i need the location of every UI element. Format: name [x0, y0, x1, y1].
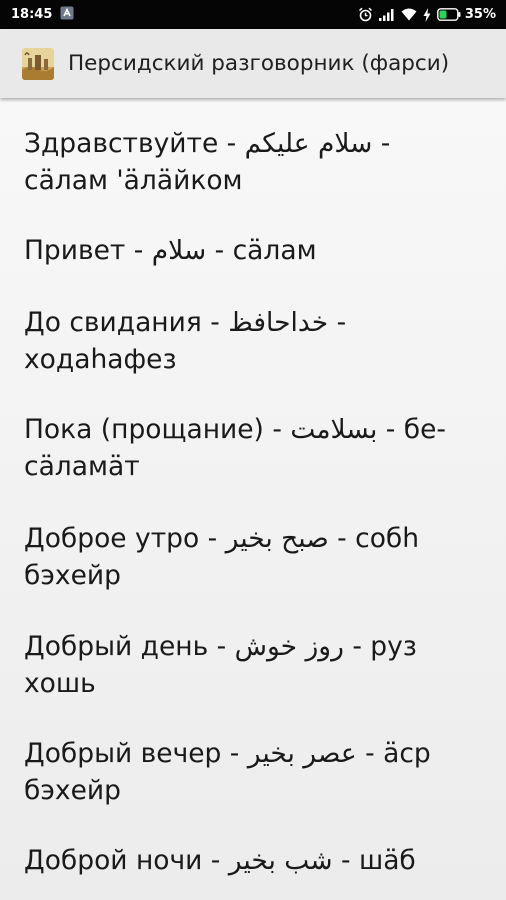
app-title: Персидский разговорник (фарси) [68, 51, 450, 76]
phrase-text: До свидания - خداحافظ - [24, 307, 347, 338]
battery-indicator: 35% [436, 7, 496, 22]
phrase-text: Доброй ночи - شب بخیر - шäб [24, 845, 416, 876]
notification-icon [60, 6, 74, 24]
phrase-item: Привет - سلام - сäлам [24, 232, 484, 269]
phrase-item: Добрый день - روز خوش - руз хошь [24, 628, 484, 702]
alarm-icon [358, 7, 373, 22]
phrase-item: Доброе утро - صبح بخیر - собh бэхейр [24, 520, 484, 594]
phrase-list: Здравствуйте - سلام علیکم - сäлам 'äлäйк… [0, 98, 506, 900]
signal-icon [378, 8, 395, 21]
phrase-transliteration: бэхейр [24, 775, 121, 806]
phrase-item: До свидания - خداحافظ - ходаhафез [24, 304, 484, 378]
phrase-text: Доброе утро - صبح بخیر - собh [24, 523, 420, 554]
phrase-text: Пока (прощание) - بسلامت - бе- [24, 414, 446, 445]
phrase-text: Добрый вечер - عصر بخیر - äср [24, 738, 431, 769]
status-bar: 18:45 35% [0, 0, 506, 29]
app-bar: Персидский разговорник (фарси) [0, 29, 506, 98]
status-time: 18:45 [11, 7, 53, 22]
phrase-text: Привет - سلام - сäлам [24, 235, 317, 266]
phrase-item: Доброй ночи - شب بخیر - шäб [24, 842, 484, 879]
phrase-transliteration: ходаhафез [24, 344, 177, 375]
app-logo-icon [22, 47, 54, 80]
phrase-text: Добрый день - روز خوش - руз [24, 631, 417, 662]
phrase-item: Добрый вечер - عصر بخیر - äср бэхейр [24, 735, 484, 809]
battery-icon [436, 8, 461, 21]
phrase-transliteration: сäламäт [24, 451, 140, 482]
battery-percent: 35% [464, 7, 496, 22]
phrase-transliteration: сäлам 'äлäйком [24, 165, 243, 196]
phrase-transliteration: хошь [24, 668, 96, 699]
phrase-item: Пока (прощание) - بسلامت - бе- сäламäт [24, 411, 484, 485]
phrase-item: Здравствуйте - سلام علیکم - сäлам 'äлäйк… [24, 125, 484, 199]
phrase-text: Здравствуйте - سلام علیکم - [24, 128, 391, 159]
wifi-icon [401, 8, 417, 21]
phrase-transliteration: бэхейр [24, 560, 121, 591]
charging-icon [423, 7, 431, 22]
